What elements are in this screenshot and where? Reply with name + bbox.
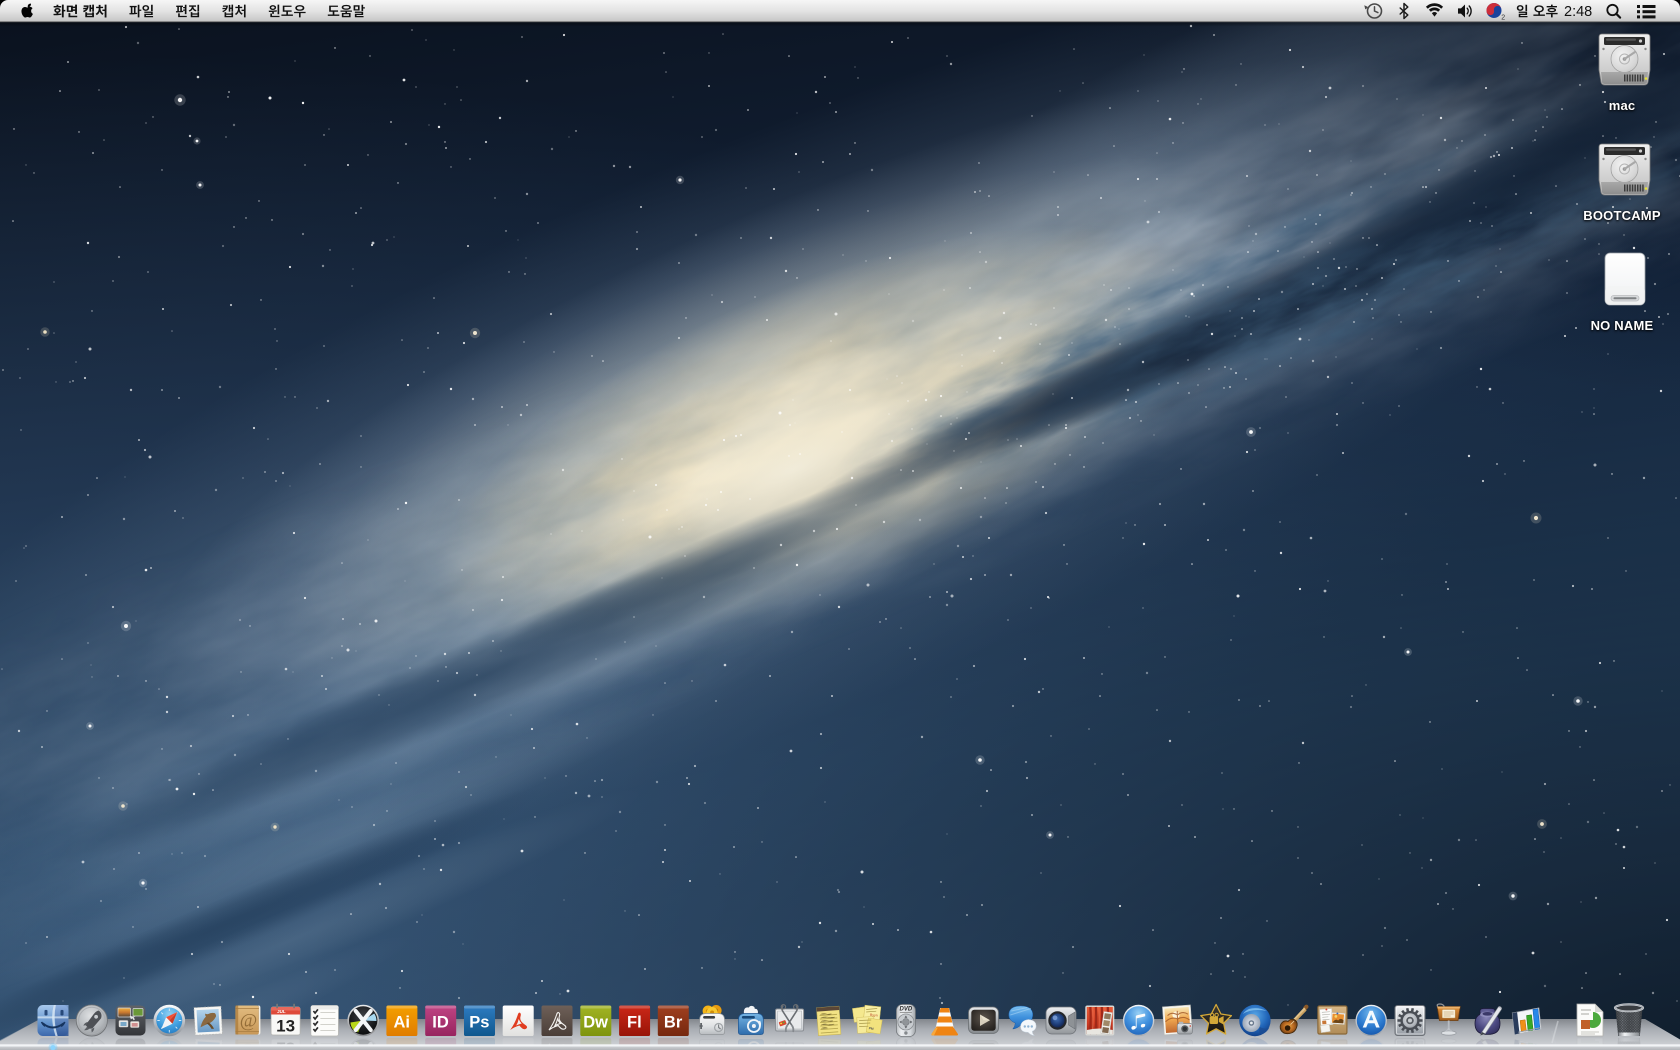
svg-text:ID: ID (432, 1014, 449, 1032)
svg-text:2:48: 2:48 (1564, 4, 1592, 20)
svg-text:Fl: Fl (627, 1014, 642, 1032)
svg-text:@: @ (240, 1011, 257, 1032)
svg-text:Ai: Ai (393, 1014, 410, 1032)
svg-text:Br: Br (664, 1014, 683, 1032)
svg-text:DVD: DVD (900, 1007, 913, 1013)
svg-text:2: 2 (1501, 15, 1505, 22)
svg-text:13: 13 (276, 1017, 295, 1036)
svg-text:Ps: Ps (469, 1014, 489, 1032)
svg-text:JUL: JUL (277, 1009, 286, 1014)
svg-text:Byyn: Byyn (870, 1013, 878, 1018)
svg-text:Dw: Dw (583, 1014, 608, 1032)
